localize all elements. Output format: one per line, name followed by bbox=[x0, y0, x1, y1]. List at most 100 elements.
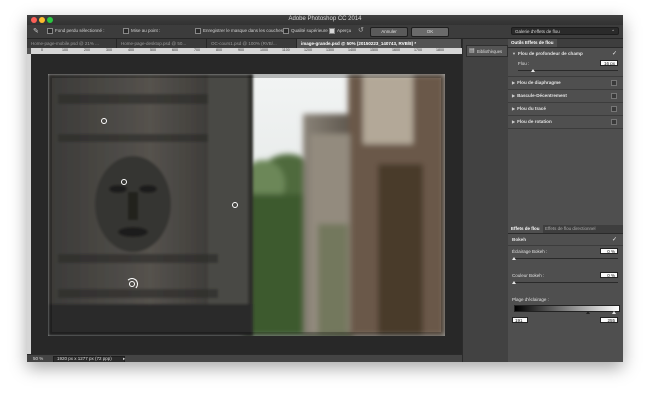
bokeh-title: Bokeh bbox=[512, 237, 527, 242]
zoom-level[interactable]: 50 % bbox=[33, 356, 43, 361]
ruler-tick: 900 bbox=[238, 48, 244, 52]
collapsed-triangle-icon: ▶ bbox=[512, 80, 516, 85]
ruler-tick: 1800 bbox=[436, 48, 444, 52]
ruler-tick: 1100 bbox=[282, 48, 290, 52]
status-arrow-icon[interactable]: ▸ bbox=[123, 356, 125, 362]
plage-min-field[interactable]: 191 bbox=[512, 317, 528, 323]
ruler-tick: 1700 bbox=[414, 48, 422, 52]
qualite-superieure-checkbox[interactable] bbox=[283, 28, 289, 34]
ruler-tick: 1200 bbox=[304, 48, 312, 52]
chevron-down-icon: ⌃ bbox=[611, 29, 615, 34]
ruler-tick: 400 bbox=[128, 48, 134, 52]
tab-home-page-mobile[interactable]: Home-page-mobile.psd @ 21% ... bbox=[27, 39, 117, 48]
flou-slider-knob[interactable] bbox=[531, 69, 535, 72]
couleur-bokeh-label: Couleur Bokeh : bbox=[512, 273, 545, 278]
couleur-bokeh-field[interactable]: 0 % bbox=[600, 272, 618, 278]
enregistrer-masque-option[interactable]: Enregistrer le masque dans les couches bbox=[195, 28, 283, 34]
blur-pin-handle[interactable] bbox=[101, 118, 107, 124]
qualite-superieure-option[interactable]: Qualité supérieure bbox=[283, 28, 328, 34]
flou-rotation-checkbox[interactable] bbox=[611, 119, 617, 125]
couleur-bokeh-slider[interactable] bbox=[514, 282, 618, 283]
blur-effects-header: Effets de flou Effets de flou directionn… bbox=[508, 225, 623, 234]
plage-max-field[interactable]: 255 bbox=[600, 317, 618, 323]
enregistrer-masque-checkbox[interactable] bbox=[195, 28, 201, 34]
ok-button[interactable]: OK bbox=[411, 27, 449, 37]
photoshop-window: Adobe Photoshop CC 2014 ✎ Fond perdu sél… bbox=[27, 15, 623, 362]
eclairage-bokeh-slider[interactable] bbox=[514, 258, 618, 259]
divider bbox=[508, 128, 623, 129]
eclairage-bokeh-label: Éclairage Bokeh : bbox=[512, 249, 548, 254]
mise-au-point-checkbox[interactable] bbox=[123, 28, 129, 34]
eclairage-bokeh-knob[interactable] bbox=[512, 257, 516, 260]
divider bbox=[508, 89, 623, 90]
tab-outils-effets-de-flou[interactable]: Outils Effets de flou bbox=[508, 39, 557, 47]
tab-oc-cours1[interactable]: OC-cours1.psd @ 100% (RVB/... bbox=[207, 39, 297, 48]
tab-image-grande[interactable]: image-grande.psd @ 50% (20150223_140743,… bbox=[297, 39, 462, 48]
bokeh-checkmark-icon[interactable]: ✓ bbox=[612, 236, 617, 243]
tab-home-page-desktop[interactable]: Home-page-desktop.psd @ 50... bbox=[117, 39, 207, 48]
bascule-decentrement-checkbox[interactable] bbox=[611, 93, 617, 99]
blur-pin-handle[interactable] bbox=[121, 179, 127, 185]
ruler-tick: 200 bbox=[84, 48, 90, 52]
checkmark-icon[interactable]: ✓ bbox=[612, 50, 617, 57]
ruler-tick: 1500 bbox=[370, 48, 378, 52]
effect-flou-rotation[interactable]: ▶ Flou de rotation bbox=[512, 119, 552, 124]
window-title: Adobe Photoshop CC 2014 bbox=[288, 16, 362, 22]
ruler-tick: 800 bbox=[216, 48, 222, 52]
plage-max-knob[interactable] bbox=[612, 311, 616, 314]
document-tabs: Home-page-mobile.psd @ 21% ... Home-page… bbox=[27, 39, 462, 48]
couleur-bokeh-knob[interactable] bbox=[512, 281, 516, 284]
ruler-tick: 1000 bbox=[260, 48, 268, 52]
eclairage-bokeh-field[interactable]: 0 % bbox=[600, 248, 618, 254]
effect-flou-trace[interactable]: ▶ Flou du tracé bbox=[512, 106, 546, 111]
plage-eclairage-gradient[interactable] bbox=[514, 305, 620, 312]
divider bbox=[508, 115, 623, 116]
collapsed-triangle-icon: ▶ bbox=[512, 119, 516, 124]
blur-preview-image[interactable] bbox=[48, 74, 445, 336]
document-size: 1920 px x 1277 px (72 ppp) bbox=[57, 356, 112, 361]
reset-icon[interactable]: ↺ bbox=[358, 26, 364, 34]
mise-au-point-option[interactable]: Mise au point : bbox=[123, 28, 160, 34]
libraries-icon: ▤ bbox=[469, 48, 475, 54]
ruler-tick: 1600 bbox=[392, 48, 400, 52]
expanded-triangle-icon: ▼ bbox=[512, 51, 516, 56]
apercu-checkbox[interactable] bbox=[329, 28, 335, 34]
plage-min-knob[interactable] bbox=[586, 311, 590, 314]
collapsed-triangle-icon: ▶ bbox=[512, 93, 516, 98]
ruler-tick: 100 bbox=[62, 48, 68, 52]
effect-flou-profondeur-champ[interactable]: ▼ Flou de profondeur de champ bbox=[512, 51, 583, 56]
effect-flou-diaphragme[interactable]: ▶ Flou de diaphragme bbox=[512, 80, 561, 85]
flou-trace-checkbox[interactable] bbox=[611, 106, 617, 112]
workspace-select[interactable]: Galerie d'effets de flou ⌃ bbox=[511, 27, 619, 35]
flou-diaphragme-checkbox[interactable] bbox=[611, 80, 617, 86]
ruler-tick: 500 bbox=[150, 48, 156, 52]
apercu-option[interactable]: Aperçu bbox=[329, 28, 351, 34]
tab-effets-de-flou[interactable]: Effets de flou bbox=[508, 225, 543, 233]
flou-label: Flou : bbox=[518, 61, 530, 66]
divider bbox=[508, 76, 623, 77]
ruler-tick: 1300 bbox=[326, 48, 334, 52]
effect-bascule-decentrement[interactable]: ▶ Bascule-Décentrement bbox=[512, 93, 567, 98]
divider bbox=[508, 245, 623, 246]
blur-tools-panel: Outils Effets de flou ▼ Flou de profondeu… bbox=[508, 39, 623, 362]
ruler-tick: 600 bbox=[172, 48, 178, 52]
status-bar: 50 % 1920 px x 1277 px (72 ppp) ▸ bbox=[27, 354, 462, 362]
pin-tool-icon[interactable]: ✎ bbox=[33, 27, 39, 35]
ruler-tick: 700 bbox=[194, 48, 200, 52]
blur-pin-handle[interactable] bbox=[232, 202, 238, 208]
tab-effets-de-flou-directionnel[interactable]: Effets de flou directionnel bbox=[542, 225, 598, 233]
ruler-tick: 1400 bbox=[348, 48, 356, 52]
libraries-dock-button[interactable]: ▤ Bibliothèques bbox=[466, 45, 508, 57]
selected-blur-pin-handle[interactable] bbox=[129, 281, 135, 287]
flou-field[interactable]: 16 px bbox=[600, 60, 618, 66]
fond-perdu-option[interactable]: Fond perdu sélectionné : bbox=[47, 28, 105, 34]
document-canvas[interactable] bbox=[31, 54, 462, 354]
divider bbox=[508, 102, 623, 103]
temple-photo bbox=[48, 74, 445, 336]
options-bar: ✎ Fond perdu sélectionné : Mise au point… bbox=[27, 25, 623, 39]
ruler-tick: 300 bbox=[106, 48, 112, 52]
blur-tools-header: Outils Effets de flou bbox=[508, 39, 623, 48]
annuler-button[interactable]: Annuler bbox=[370, 27, 408, 37]
fond-perdu-checkbox[interactable] bbox=[47, 28, 53, 34]
plage-eclairage-label: Plage d'éclairage : bbox=[512, 297, 549, 302]
